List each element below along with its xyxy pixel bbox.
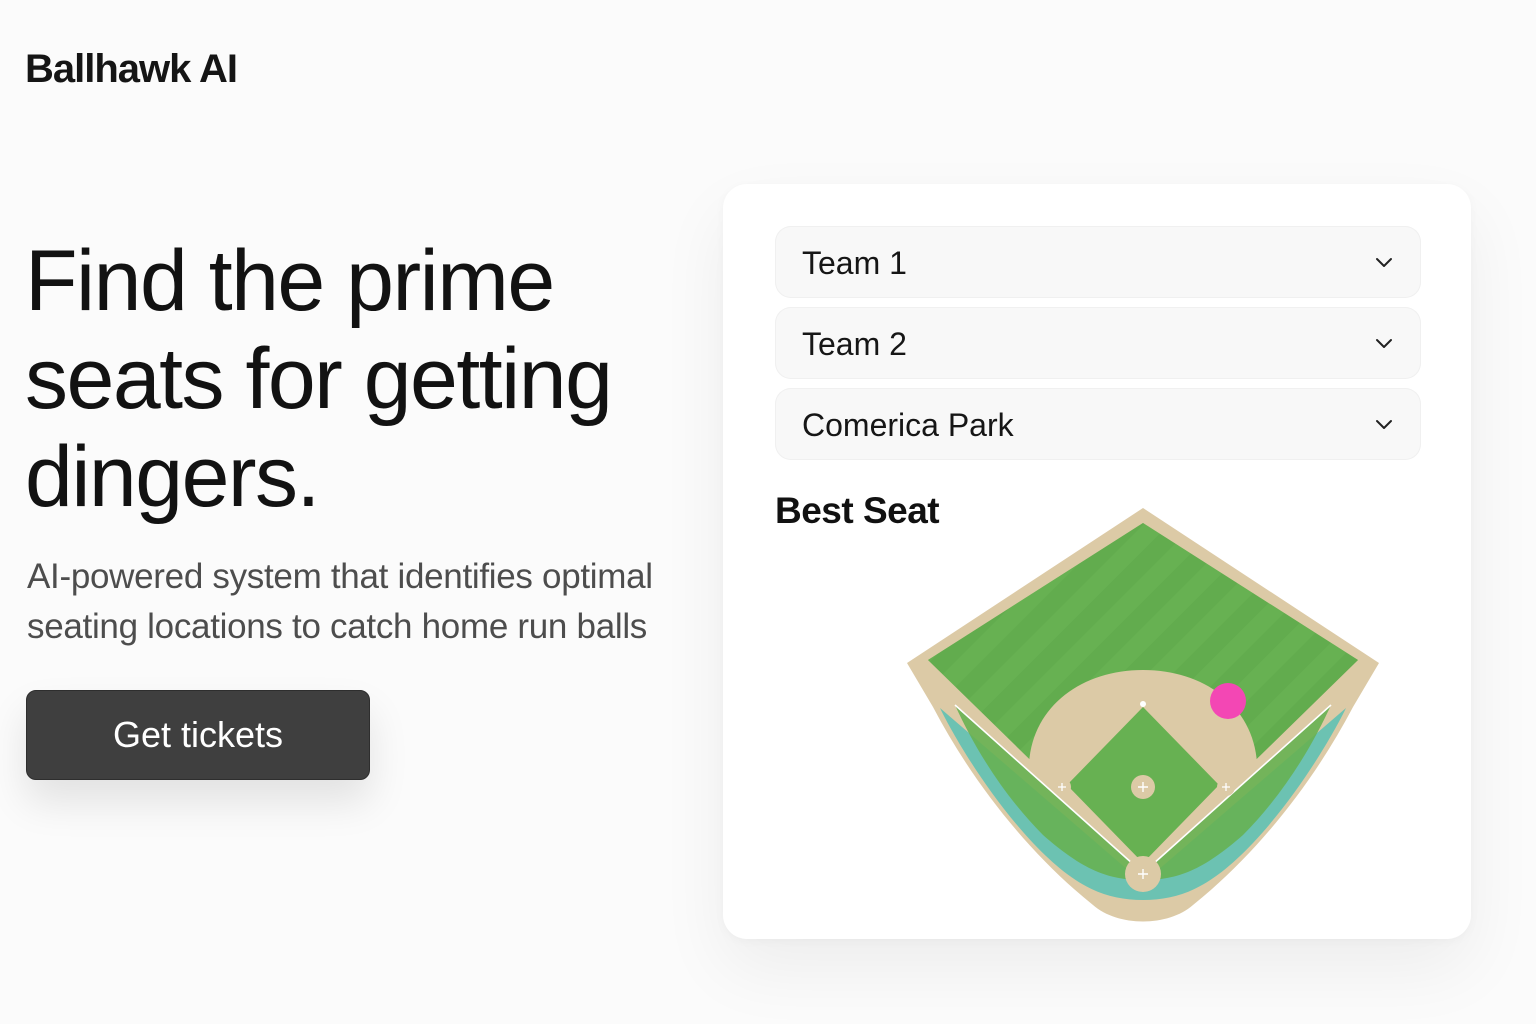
get-tickets-button[interactable]: Get tickets <box>26 690 370 780</box>
chevron-down-icon <box>1376 258 1392 267</box>
venue-select[interactable]: Comerica Park <box>775 388 1421 460</box>
page: Ballhawk AI Find the prime seats for get… <box>0 0 1536 1024</box>
best-seat-marker[interactable] <box>1210 683 1246 719</box>
brand-logo[interactable]: Ballhawk AI <box>25 44 238 94</box>
chevron-down-icon <box>1376 420 1392 429</box>
chevron-down-icon <box>1376 339 1392 348</box>
hero-title: Find the prime seats for getting dingers… <box>25 233 613 525</box>
second-base <box>1140 701 1146 707</box>
team2-select[interactable]: Team 2 <box>775 307 1421 379</box>
hero-subtitle: AI-powered system that identifies optima… <box>27 557 653 646</box>
team2-select-value: Team 2 <box>802 326 907 362</box>
team1-select-value: Team 1 <box>802 245 907 281</box>
ballpark-map[interactable] <box>893 495 1393 950</box>
team1-select[interactable]: Team 1 <box>775 226 1421 298</box>
venue-select-value: Comerica Park <box>802 407 1014 443</box>
